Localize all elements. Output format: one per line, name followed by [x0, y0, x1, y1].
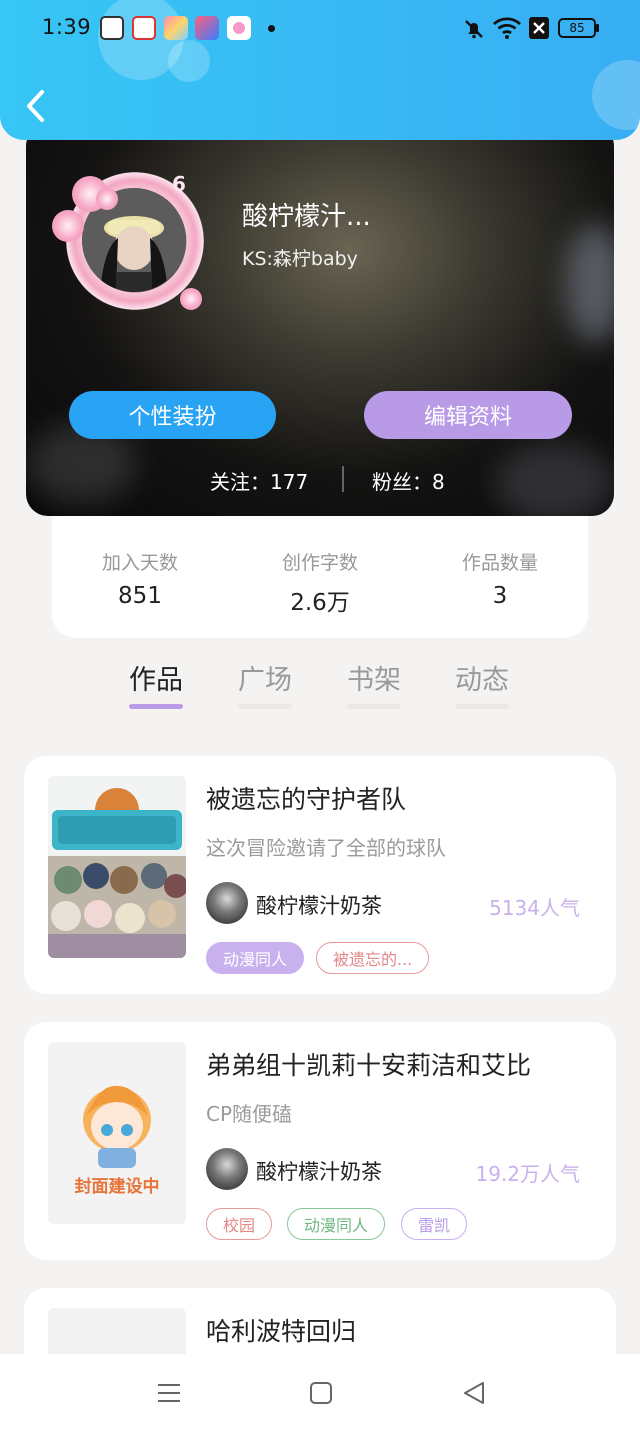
sakura-decoration-icon — [52, 210, 84, 242]
profile-card: 6 酸柠檬汁... KS:森柠baby 个性装扮 编辑资料 关注：177 粉丝：… — [26, 124, 614, 516]
stat-label: 创作字数 — [281, 552, 358, 574]
work-popularity: 19.2万人气 — [475, 1162, 580, 1186]
stat-word-count: 创作字数 2.6万 — [250, 548, 390, 617]
work-cover — [48, 776, 186, 958]
tab-moments[interactable]: 动态 — [442, 658, 522, 697]
battery-indicator: 85 — [558, 18, 596, 38]
work-title: 被遗忘的守护者队 — [206, 785, 407, 814]
work-card[interactable]: 封面建设中 弟弟组十凯莉十安莉洁和艾比 CP随便磕 酸柠檬汁奶茶 19.2万人气… — [24, 1022, 616, 1260]
ks-id: KS:森柠baby — [242, 248, 358, 270]
work-tag[interactable]: 雷凯 — [401, 1208, 468, 1240]
status-bar: 1:39 85 — [0, 12, 640, 46]
tab-indicator — [455, 704, 509, 709]
stat-works-count: 作品数量 3 — [430, 548, 570, 609]
work-author: 酸柠檬汁奶茶 — [256, 894, 382, 918]
top-header: 1:39 85 — [0, 0, 640, 140]
system-navigation-bar — [0, 1354, 640, 1433]
wifi-icon — [493, 17, 521, 39]
game-app-icon — [100, 16, 124, 40]
tab-works[interactable]: 作品 — [116, 658, 196, 697]
menu-icon[interactable] — [156, 1380, 182, 1406]
fans-count[interactable]: 粉丝：8 — [372, 466, 445, 495]
work-author: 酸柠檬汁奶茶 — [256, 1160, 382, 1184]
sakura-decoration-icon — [96, 188, 118, 210]
stat-label: 加入天数 — [101, 552, 178, 574]
following-label: 关注： — [210, 470, 270, 494]
tab-indicator — [238, 704, 292, 709]
author-avatar — [206, 1148, 248, 1190]
tab-bookshelf[interactable]: 书架 — [334, 658, 414, 697]
header-bubble-decoration — [168, 40, 210, 82]
status-time: 1:39 — [42, 15, 92, 39]
work-cover-image — [48, 776, 186, 958]
pink-app-icon — [227, 16, 251, 40]
tab-indicator-active — [129, 704, 183, 709]
stats-card: 加入天数 851 创作字数 2.6万 作品数量 3 — [52, 500, 588, 638]
work-tag[interactable]: 动漫同人 — [206, 942, 305, 974]
work-popularity: 5134人气 — [489, 896, 580, 920]
cover-under-construction-text: 封面建设中 — [74, 1177, 160, 1197]
follow-divider — [342, 466, 344, 492]
anime-app-icon — [164, 16, 188, 40]
video-app-icon — [132, 16, 156, 40]
work-tag[interactable]: 被遗忘的... — [316, 942, 430, 974]
battery-tip — [596, 24, 599, 32]
work-title: 哈利波特回归 — [206, 1317, 357, 1346]
stat-join-days: 加入天数 851 — [70, 548, 210, 609]
mute-icon — [465, 20, 483, 39]
following-value: 177 — [270, 470, 309, 494]
fans-value: 8 — [432, 470, 445, 494]
battery-level: 85 — [569, 21, 585, 35]
stat-value: 3 — [492, 583, 508, 609]
nickname: 酸柠檬汁... — [242, 202, 371, 232]
work-card[interactable]: 被遗忘的守护者队 这次冒险邀请了全部的球队 酸柠檬汁奶茶 5134人气 动漫同人… — [24, 756, 616, 994]
work-description: 这次冒险邀请了全部的球队 — [206, 836, 446, 860]
tab-indicator — [347, 704, 401, 709]
shortcut-app-icon — [195, 16, 219, 40]
stat-value: 851 — [118, 583, 162, 609]
home-icon[interactable] — [309, 1380, 333, 1406]
work-tag[interactable]: 校园 — [206, 1208, 273, 1240]
level-badge: 6 — [172, 172, 186, 196]
work-title: 弟弟组十凯莉十安莉洁和艾比 — [206, 1051, 532, 1080]
background-glow — [566, 224, 614, 344]
notification-dot — [268, 25, 275, 32]
sim-off-icon — [529, 17, 549, 39]
author-avatar — [206, 882, 248, 924]
work-cover: 封面建设中 — [48, 1042, 186, 1224]
sakura-decoration-icon — [180, 288, 202, 310]
fans-label: 粉丝： — [372, 470, 432, 494]
header-bubble-decoration — [592, 60, 640, 130]
stat-label: 作品数量 — [461, 552, 538, 574]
edit-profile-button[interactable]: 编辑资料 — [364, 391, 572, 439]
back-arrow-icon[interactable] — [20, 86, 54, 126]
back-icon[interactable] — [461, 1380, 487, 1406]
background-glow — [496, 444, 614, 516]
work-tag[interactable]: 动漫同人 — [287, 1208, 386, 1240]
following-count[interactable]: 关注：177 — [210, 466, 308, 495]
stat-value: 2.6万 — [290, 590, 350, 616]
dress-up-button[interactable]: 个性装扮 — [69, 391, 276, 439]
tab-square[interactable]: 广场 — [225, 658, 305, 697]
work-description: CP随便磕 — [206, 1102, 293, 1126]
